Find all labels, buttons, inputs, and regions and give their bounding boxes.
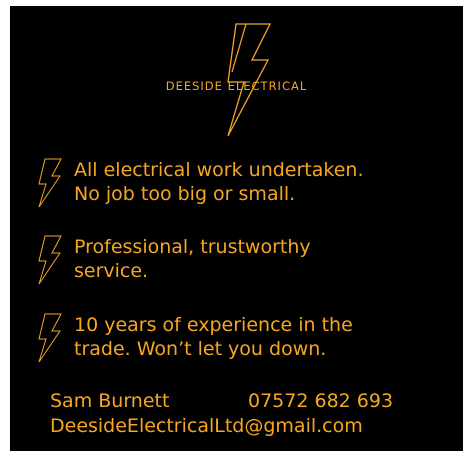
contact-phone[interactable]: 07572 682 693 — [248, 389, 393, 413]
service-item-text: Professional, trustworthy service. — [74, 236, 311, 282]
contact-email[interactable]: DeesideElectricalLtd@gmail.com — [50, 414, 363, 438]
service-item-text: 10 years of experience in the trade. Won… — [74, 314, 353, 360]
service-item-text: All electrical work undertaken. No job t… — [74, 159, 364, 205]
business-card: DEESIDE ELECTRICAL All electrical work u… — [10, 6, 463, 451]
brand-name: DEESIDE ELECTRICAL — [165, 79, 308, 93]
lightning-bolt-icon — [38, 313, 62, 363]
lightning-bolt-icon — [38, 158, 62, 208]
lightning-bolt-icon — [38, 235, 62, 285]
contact-name: Sam Burnett — [50, 390, 170, 412]
